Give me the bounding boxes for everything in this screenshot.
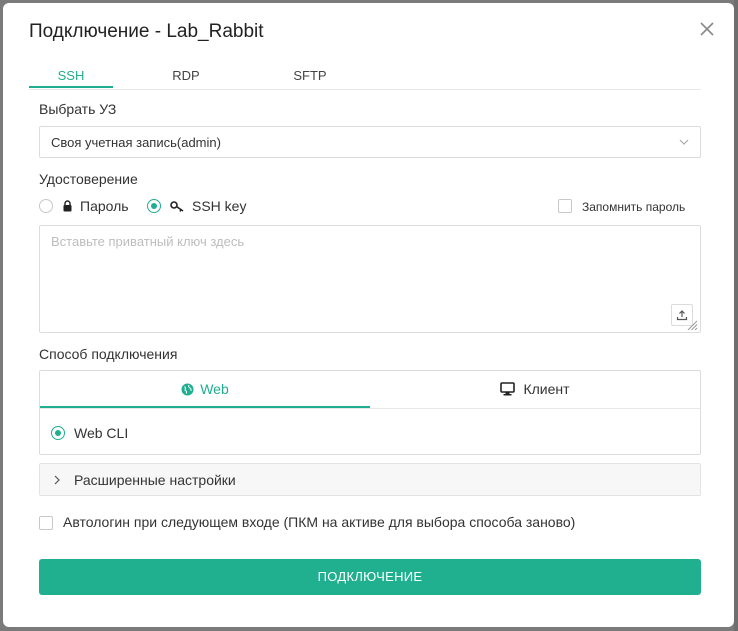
tab-sftp[interactable]: SFTP	[275, 68, 345, 88]
background-edge	[734, 0, 738, 631]
active-tab-indicator	[29, 86, 113, 88]
monitor-icon	[500, 382, 516, 396]
tab-client-label: Клиент	[523, 381, 570, 397]
connection-tabs-divider	[40, 408, 700, 409]
remember-password-label: Запомнить пароль	[582, 200, 686, 214]
account-label: Выбрать УЗ	[39, 101, 117, 117]
connection-dialog: Подключение - Lab_Rabbit SSH RDP SFTP Вы…	[3, 3, 734, 627]
connection-method-panel: Web Клиент Web CLI	[39, 370, 701, 455]
key-icon	[170, 201, 184, 212]
ssh-key-option-label: SSH key	[192, 198, 247, 214]
ssh-key-radio[interactable]	[147, 199, 161, 213]
connect-button[interactable]: ПОДКЛЮЧЕНИЕ	[39, 559, 701, 595]
tab-client[interactable]: Клиент	[370, 371, 700, 408]
web-cli-label: Web CLI	[74, 425, 129, 441]
advanced-settings-label: Расширенные настройки	[74, 472, 236, 488]
chevron-down-icon	[679, 139, 689, 145]
tab-web-label: Web	[200, 381, 229, 397]
account-select[interactable]: Своя учетная запись(admin)	[39, 126, 701, 158]
globe-icon	[181, 383, 194, 396]
tab-ssh[interactable]: SSH	[29, 68, 113, 88]
resize-grip-icon[interactable]	[686, 319, 698, 331]
password-option-label: Пароль	[80, 198, 129, 214]
password-radio[interactable]	[39, 199, 53, 213]
credential-label: Удостоверение	[39, 171, 138, 187]
chevron-right-icon	[54, 475, 60, 485]
connection-method-label: Способ подключения	[39, 346, 178, 362]
autologin-checkbox[interactable]	[39, 516, 53, 530]
lock-icon	[63, 200, 72, 212]
private-key-input[interactable]: Вставьте приватный ключ здесь	[39, 225, 701, 333]
remember-password-checkbox[interactable]	[558, 199, 572, 213]
private-key-placeholder: Вставьте приватный ключ здесь	[51, 234, 245, 249]
web-cli-radio[interactable]	[51, 426, 65, 440]
tab-web[interactable]: Web	[40, 371, 370, 408]
autologin-label: Автологин при следующем входе (ПКМ на ак…	[63, 514, 576, 530]
tab-rdp[interactable]: RDP	[151, 68, 221, 88]
dialog-title: Подключение - Lab_Rabbit	[29, 21, 264, 42]
protocol-tabs: SSH RDP SFTP	[29, 63, 701, 90]
account-select-value: Своя учетная запись(admin)	[51, 135, 221, 150]
advanced-settings-collapse[interactable]: Расширенные настройки	[39, 463, 701, 496]
close-icon[interactable]	[696, 18, 718, 40]
